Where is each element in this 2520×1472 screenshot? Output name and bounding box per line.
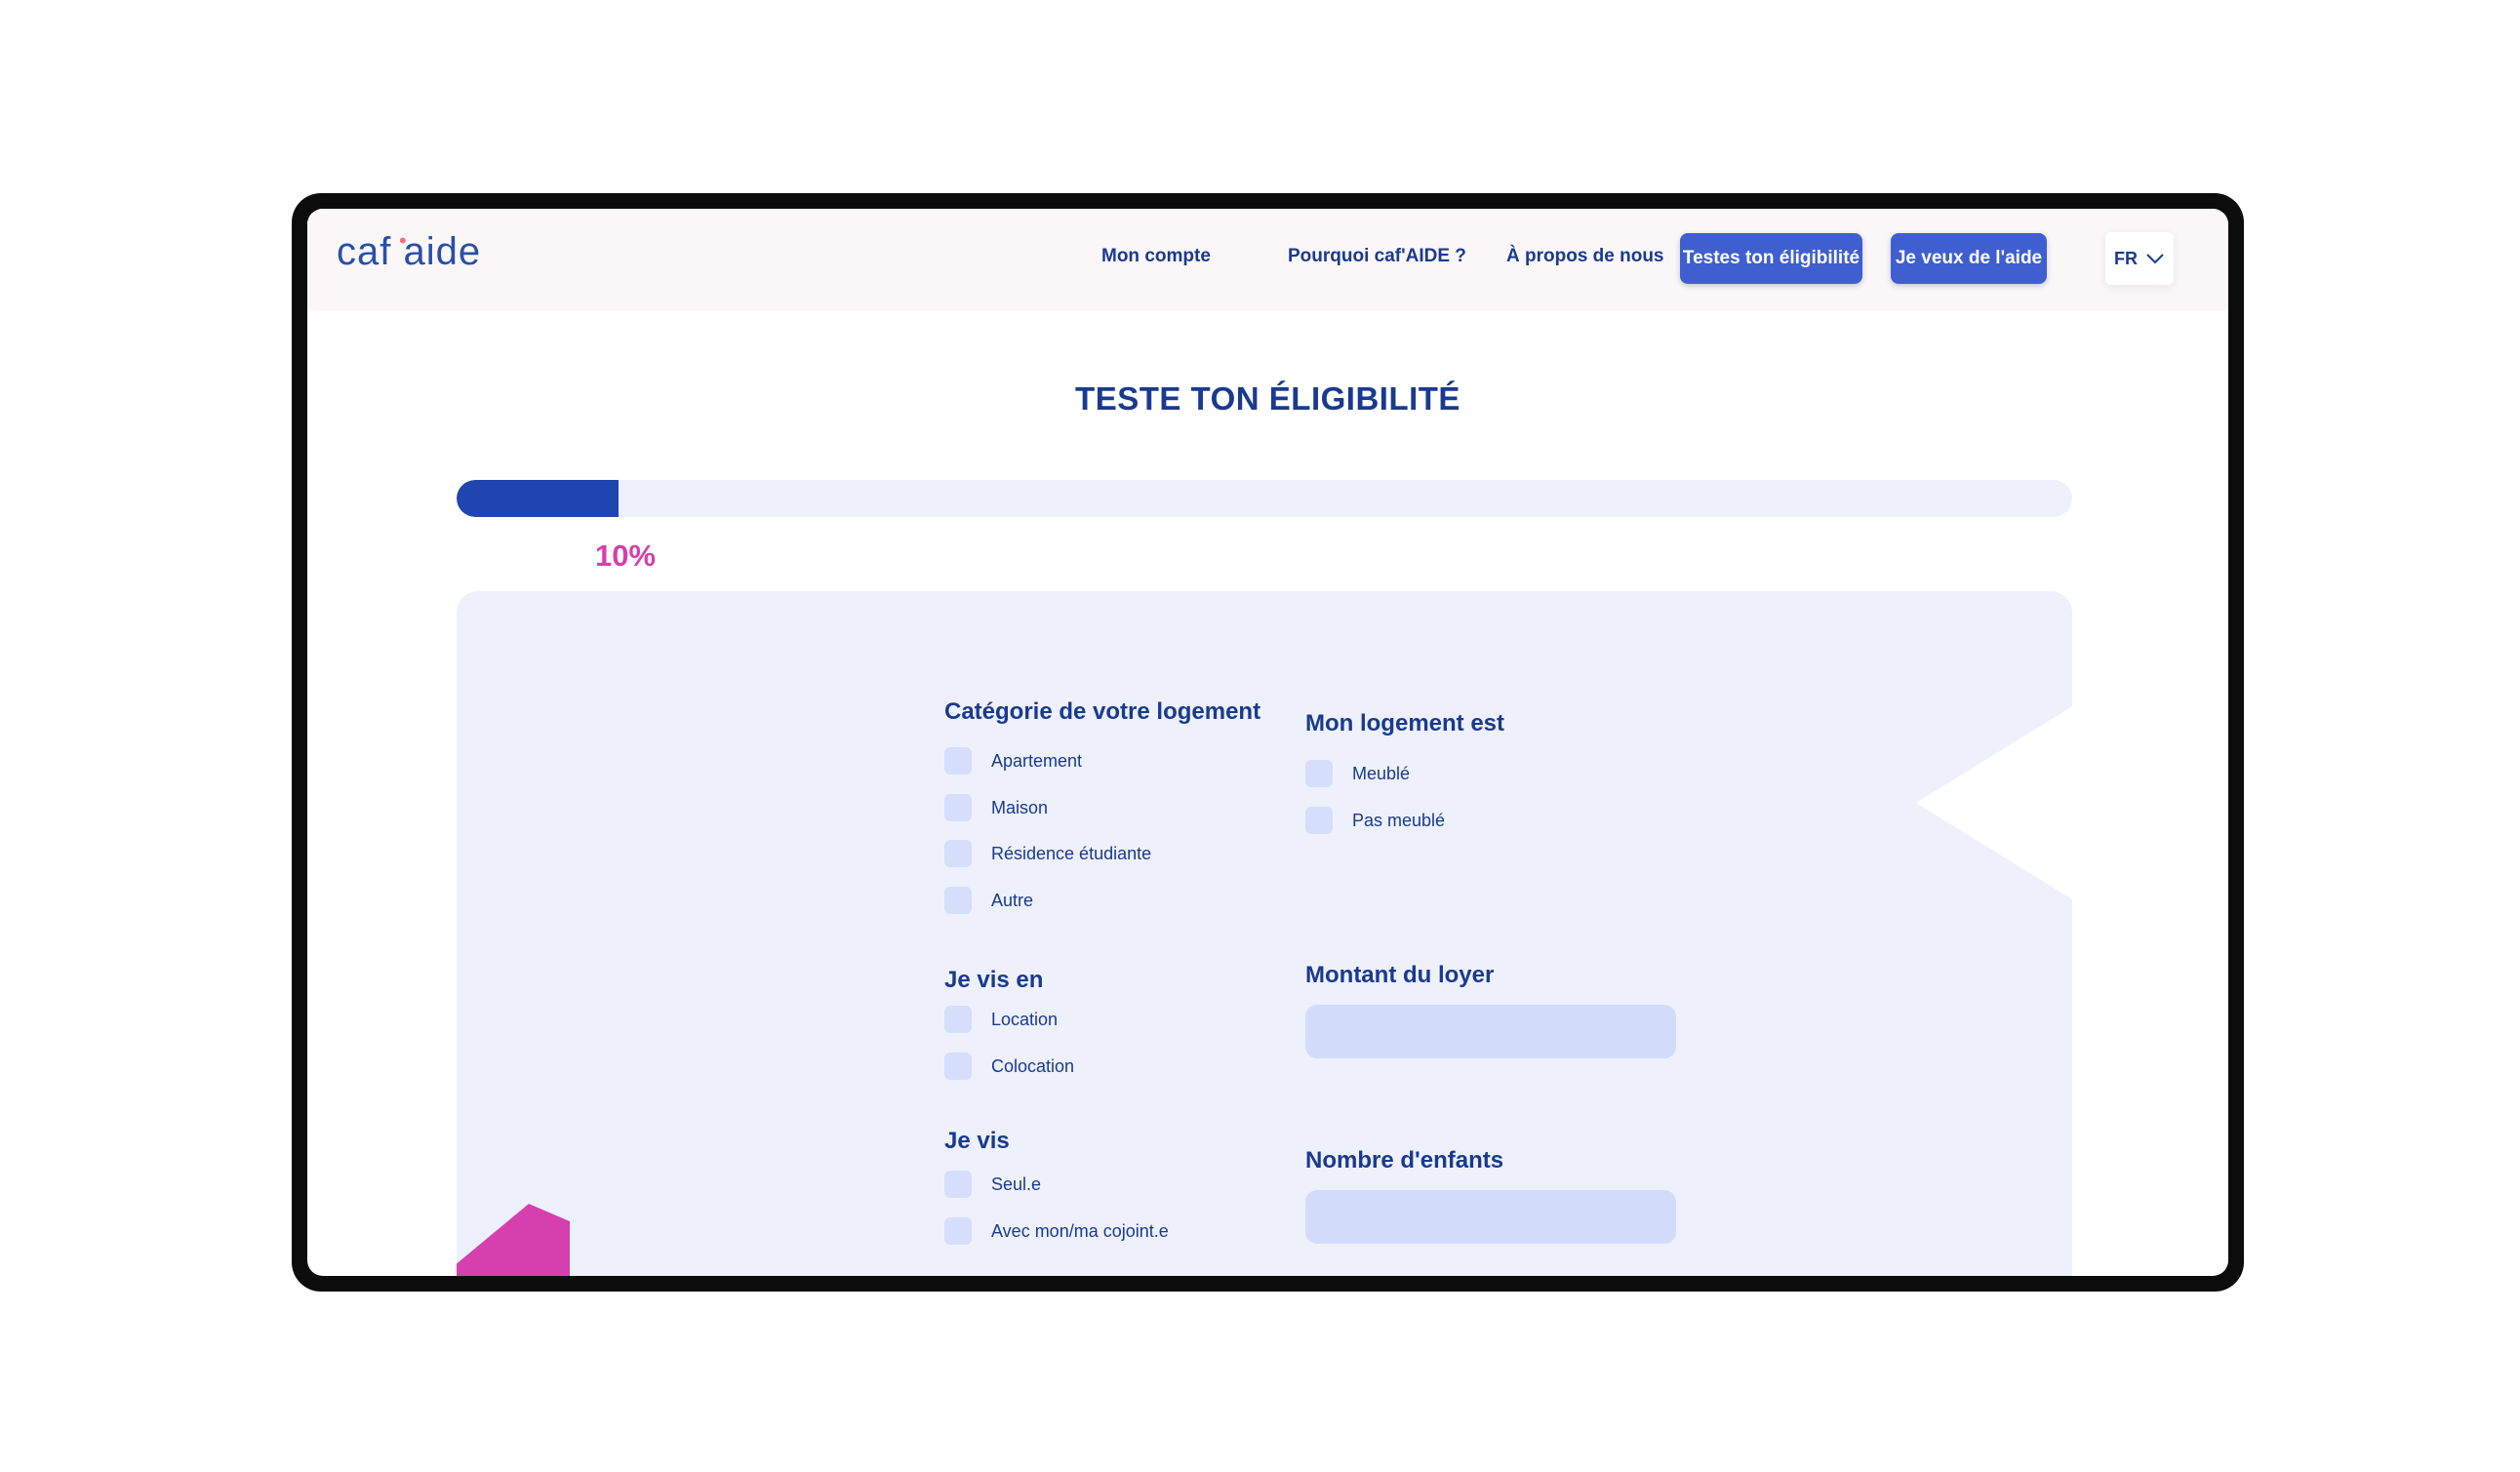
logement-title: Mon logement est (1305, 710, 1505, 736)
option-label: Pas meublé (1352, 810, 1446, 830)
option-location[interactable]: Location (944, 1006, 1058, 1033)
categorie-title: Catégorie de votre logement (944, 698, 1261, 725)
option-pas-meuble[interactable]: Pas meublé (1305, 807, 1445, 834)
option-label: Seul.e (991, 1174, 1042, 1194)
decorative-pink-triangle (457, 1204, 570, 1276)
option-label: Location (991, 1009, 1059, 1029)
option-avec-conjoint[interactable]: Avec mon/ma cojoint.e (944, 1217, 1169, 1245)
loyer-input[interactable] (1305, 1005, 1676, 1058)
enfants-input[interactable] (1305, 1190, 1676, 1244)
option-label: Maison (991, 797, 1049, 817)
option-colocation[interactable]: Colocation (944, 1053, 1074, 1080)
checkbox[interactable] (944, 840, 972, 867)
site-header: caf aide • Mon compte Pourquoi caf'AIDE … (307, 209, 2228, 311)
checkbox[interactable] (944, 794, 972, 821)
browser-screen: caf aide • Mon compte Pourquoi caf'AIDE … (307, 209, 2228, 1276)
vis-en-title: Je vis en (944, 967, 1044, 993)
checkbox[interactable] (1305, 807, 1333, 834)
progress-bar (457, 480, 2072, 517)
checkbox[interactable] (944, 1006, 972, 1033)
option-label: Colocation (991, 1055, 1075, 1076)
checkbox[interactable] (1305, 760, 1333, 787)
vis-title: Je vis (944, 1128, 1010, 1154)
checkbox[interactable] (944, 1217, 972, 1245)
logo-star-icon: • (399, 228, 408, 253)
language-selector[interactable]: FR (2105, 232, 2174, 285)
checkbox[interactable] (944, 1053, 972, 1080)
form-panel: Catégorie de votre logement Apartement M… (457, 591, 2072, 1276)
teste-eligibilite-button[interactable]: Testes ton éligibilité (1680, 233, 1862, 284)
option-apartement[interactable]: Apartement (944, 747, 1082, 775)
progress-label: 10% (595, 538, 657, 573)
option-residence-etudiante[interactable]: Résidence étudiante (944, 840, 1151, 867)
checkbox[interactable] (944, 1171, 972, 1198)
option-label: Meublé (1352, 763, 1411, 783)
option-label: Apartement (991, 750, 1083, 771)
nav-mon-compte[interactable]: Mon compte (1101, 246, 1211, 267)
je-veux-aide-button[interactable]: Je veux de l'aide (1891, 233, 2047, 284)
option-meuble[interactable]: Meublé (1305, 760, 1410, 787)
chevron-down-icon (2146, 254, 2164, 264)
option-label: Avec mon/ma cojoint.e (991, 1220, 1169, 1241)
checkbox[interactable] (944, 887, 972, 914)
page-title: TESTE TON ÉLIGIBILITÉ (1075, 380, 1460, 417)
option-autre[interactable]: Autre (944, 887, 1033, 914)
logo-text: caf aide (337, 230, 482, 273)
language-label: FR (2114, 248, 2138, 268)
option-label: Résidence étudiante (991, 843, 1152, 863)
decorative-notch (1916, 706, 2072, 899)
progress-fill (457, 480, 619, 517)
enfants-title: Nombre d'enfants (1305, 1147, 1504, 1174)
nav-pourquoi[interactable]: Pourquoi caf'AIDE ? (1288, 246, 1466, 267)
nav-a-propos[interactable]: À propos de nous (1506, 246, 1664, 267)
option-label: Autre (991, 890, 1034, 910)
loyer-title: Montant du loyer (1305, 962, 1495, 988)
option-maison[interactable]: Maison (944, 794, 1048, 821)
logo[interactable]: caf aide • (337, 228, 482, 274)
device-frame: caf aide • Mon compte Pourquoi caf'AIDE … (292, 193, 2244, 1292)
option-seul[interactable]: Seul.e (944, 1171, 1041, 1198)
checkbox[interactable] (944, 747, 972, 775)
